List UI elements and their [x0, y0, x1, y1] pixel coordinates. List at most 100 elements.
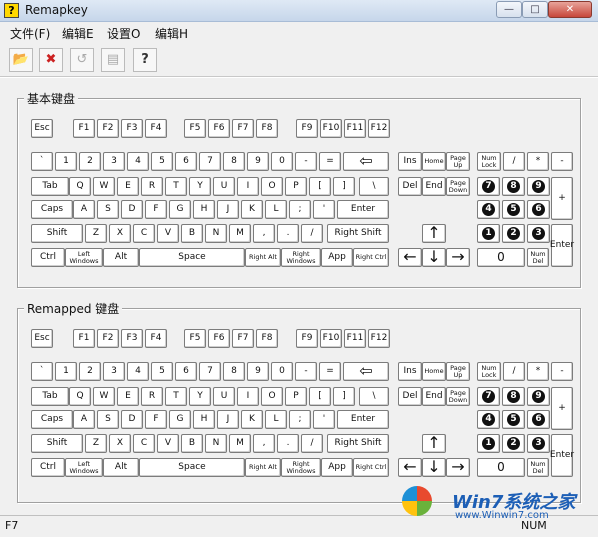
- key-num-row[interactable]: 3: [103, 152, 125, 171]
- key-tab-row[interactable]: P: [285, 387, 307, 406]
- key-num-lock[interactable]: Num Lock: [477, 152, 501, 171]
- key-caps-row[interactable]: A: [73, 410, 95, 429]
- key-numpad-5[interactable]: 5: [502, 410, 525, 429]
- key-num-row[interactable]: 5: [151, 152, 173, 171]
- key-caps-row[interactable]: F: [145, 200, 167, 219]
- key-f2[interactable]: F2: [97, 119, 119, 138]
- key-shift-row[interactable]: C: [133, 224, 155, 243]
- key-caps-row[interactable]: F: [145, 410, 167, 429]
- key-numpad-multiply[interactable]: *: [527, 362, 549, 381]
- key-num-row[interactable]: 4: [127, 362, 149, 381]
- key-backspace[interactable]: ⇦: [343, 362, 389, 381]
- key-caps-row[interactable]: L: [265, 200, 287, 219]
- key-shift[interactable]: Shift: [31, 434, 83, 453]
- key-caps-row[interactable]: J: [217, 200, 239, 219]
- key-arrow-down[interactable]: ↓: [422, 248, 446, 267]
- key-caps-row[interactable]: ;: [289, 200, 311, 219]
- key-tab-row[interactable]: I: [237, 387, 259, 406]
- key-numpad-minus[interactable]: -: [551, 152, 573, 171]
- key-numpad-enter[interactable]: Enter: [550, 224, 574, 267]
- key-numpad-minus[interactable]: -: [551, 362, 573, 381]
- key-f6[interactable]: F6: [208, 119, 230, 138]
- key-tab-row[interactable]: Y: [189, 387, 211, 406]
- key-page-down[interactable]: Page Down: [446, 387, 470, 406]
- key-num-row[interactable]: -: [295, 152, 317, 171]
- key-shift-row[interactable]: B: [181, 434, 203, 453]
- key-caps-row[interactable]: H: [193, 200, 215, 219]
- key-ins[interactable]: Ins: [398, 152, 422, 171]
- key-numpad-2[interactable]: 2: [502, 224, 525, 243]
- key-numpad-2[interactable]: 2: [502, 434, 525, 453]
- key-numpad-8[interactable]: 8: [502, 177, 525, 196]
- key-tab-row[interactable]: W: [93, 177, 115, 196]
- key-arrow-right[interactable]: →: [446, 458, 470, 477]
- key-numpad-0[interactable]: 0: [477, 248, 525, 267]
- key-caps-row[interactable]: G: [169, 410, 191, 429]
- key-tab-row[interactable]: [: [309, 387, 331, 406]
- key-f12[interactable]: F12: [368, 329, 390, 348]
- key-numpad-divide[interactable]: /: [503, 362, 525, 381]
- key-shift-row[interactable]: N: [205, 224, 227, 243]
- key-f1[interactable]: F1: [73, 329, 95, 348]
- key-f5[interactable]: F5: [184, 119, 206, 138]
- menu-edit[interactable]: 编辑E: [62, 25, 94, 42]
- key-caps[interactable]: Caps: [31, 200, 73, 219]
- key-f10[interactable]: F10: [320, 329, 342, 348]
- key-esc[interactable]: Esc: [31, 119, 53, 138]
- key-shift[interactable]: Shift: [31, 224, 83, 243]
- key-f5[interactable]: F5: [184, 329, 206, 348]
- key-caps-row[interactable]: K: [241, 200, 263, 219]
- key-left-windows[interactable]: Left Windows: [65, 458, 103, 477]
- key-shift-row[interactable]: M: [229, 434, 251, 453]
- key-caps-row[interactable]: ;: [289, 410, 311, 429]
- key-f1[interactable]: F1: [73, 119, 95, 138]
- key-numpad-3[interactable]: 3: [527, 224, 550, 243]
- key-tab[interactable]: Tab: [31, 177, 69, 196]
- key-num-row[interactable]: 4: [127, 152, 149, 171]
- key-f3[interactable]: F3: [121, 119, 143, 138]
- key-tab-row[interactable]: Q: [69, 177, 91, 196]
- key-num-row[interactable]: 2: [79, 152, 101, 171]
- key-tab-row[interactable]: Q: [69, 387, 91, 406]
- key-f6[interactable]: F6: [208, 329, 230, 348]
- key-esc[interactable]: Esc: [31, 329, 53, 348]
- key-backslash[interactable]: \: [359, 387, 389, 406]
- menu-file[interactable]: 文件(F): [10, 25, 50, 42]
- key-num-row[interactable]: 3: [103, 362, 125, 381]
- key-num-row[interactable]: 2: [79, 362, 101, 381]
- key-f7[interactable]: F7: [232, 119, 254, 138]
- key-shift-row[interactable]: V: [157, 224, 179, 243]
- key-shift-row[interactable]: ,: [253, 224, 275, 243]
- key-numpad-1[interactable]: 1: [477, 434, 500, 453]
- key-shift-row[interactable]: .: [277, 434, 299, 453]
- key-shift-row[interactable]: .: [277, 224, 299, 243]
- key-num-row[interactable]: =: [319, 362, 341, 381]
- key-caps-row[interactable]: D: [121, 200, 143, 219]
- key-tab-row[interactable]: T: [165, 387, 187, 406]
- key-page-up[interactable]: Page Up: [446, 362, 470, 381]
- key-caps-row[interactable]: ': [313, 410, 335, 429]
- menu-help[interactable]: 编辑H: [155, 25, 188, 42]
- key-caps-row[interactable]: A: [73, 200, 95, 219]
- key-numpad-7[interactable]: 7: [477, 177, 500, 196]
- minimize-button[interactable]: —: [496, 1, 522, 18]
- key-shift-row[interactable]: N: [205, 434, 227, 453]
- key-tab-row[interactable]: I: [237, 177, 259, 196]
- open-button[interactable]: 📂: [9, 48, 33, 72]
- key-caps-row[interactable]: S: [97, 200, 119, 219]
- key-arrow-left[interactable]: ←: [398, 458, 422, 477]
- key-shift-row[interactable]: /: [301, 224, 323, 243]
- key-right-shift[interactable]: Right Shift: [327, 434, 389, 453]
- key-num-row[interactable]: 9: [247, 152, 269, 171]
- key-right-alt[interactable]: Right Alt: [245, 248, 281, 267]
- key-shift-row[interactable]: B: [181, 224, 203, 243]
- key-numpad-plus[interactable]: +: [551, 177, 573, 220]
- key-f9[interactable]: F9: [296, 329, 318, 348]
- key-f8[interactable]: F8: [256, 329, 278, 348]
- key-space[interactable]: Space: [139, 248, 245, 267]
- key-f3[interactable]: F3: [121, 329, 143, 348]
- key-num-row[interactable]: `: [31, 362, 53, 381]
- key-f10[interactable]: F10: [320, 119, 342, 138]
- key-right-windows[interactable]: Right Windows: [281, 458, 321, 477]
- key-caps-row[interactable]: ': [313, 200, 335, 219]
